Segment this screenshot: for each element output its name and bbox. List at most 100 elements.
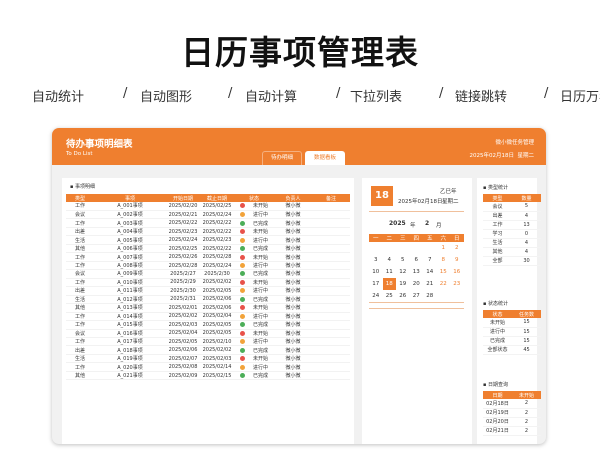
calendar-day-cell[interactable]: 9 — [450, 254, 464, 266]
cell-owner[interactable]: 微小微 — [274, 354, 312, 364]
cell-task[interactable]: A_009事项 — [94, 269, 166, 279]
cell-task[interactable]: A_019事项 — [94, 354, 166, 364]
cell-note[interactable] — [312, 252, 350, 262]
cell-note[interactable] — [312, 295, 350, 305]
cell-due-date[interactable]: 2025/02/03 — [200, 354, 234, 364]
calendar-day-cell[interactable]: 13 — [410, 266, 424, 278]
calendar-today-cell[interactable]: 18 — [382, 278, 396, 290]
cell-status[interactable]: 进行中 — [234, 362, 274, 372]
cell-due-date[interactable]: 2025/02/28 — [200, 252, 234, 262]
cell-status[interactable]: 进行中 — [234, 312, 274, 322]
cell-start-date[interactable]: 2025/2/29 — [166, 278, 200, 288]
cell-start-date[interactable]: 2025/02/09 — [166, 371, 200, 381]
calendar-day-cell[interactable]: 7 — [423, 254, 437, 266]
cell-task[interactable]: A_003事项 — [94, 218, 166, 228]
cell-task[interactable]: A_007事项 — [94, 252, 166, 262]
cell-start-date[interactable]: 2025/02/23 — [166, 227, 200, 237]
cell-due-date[interactable]: 2025/02/05 — [200, 329, 234, 339]
cell-start-date[interactable]: 2025/02/21 — [166, 210, 200, 220]
cell-type[interactable]: 其他 — [66, 371, 94, 381]
cell-type[interactable]: 出差 — [66, 345, 94, 355]
cell-due-date[interactable]: 2025/02/06 — [200, 295, 234, 305]
cell-start-date[interactable]: 2025/02/25 — [166, 244, 200, 254]
cell-start-date[interactable]: 2025/02/20 — [166, 202, 200, 211]
cell-task[interactable]: A_005事项 — [94, 235, 166, 245]
cell-task[interactable]: A_021事项 — [94, 371, 166, 381]
cell-note[interactable] — [312, 244, 350, 254]
cell-owner[interactable]: 微小微 — [274, 261, 312, 271]
cell-due-date[interactable]: 2025/02/15 — [200, 371, 234, 381]
cell-start-date[interactable]: 2025/02/08 — [166, 362, 200, 372]
calendar-day-cell[interactable]: 21 — [423, 278, 437, 290]
calendar-day-cell[interactable]: 8 — [437, 254, 451, 266]
cell-start-date[interactable]: 2025/02/07 — [166, 354, 200, 364]
calendar-day-cell[interactable]: 6 — [410, 254, 424, 266]
cell-task[interactable]: A_010事项 — [94, 278, 166, 288]
cell-note[interactable] — [312, 210, 350, 220]
cell-start-date[interactable]: 2025/02/26 — [166, 252, 200, 262]
cell-type[interactable]: 工作 — [66, 261, 94, 271]
calendar-day-cell[interactable]: 3 — [369, 254, 383, 266]
cell-status[interactable]: 未开始 — [234, 227, 274, 237]
cell-task[interactable]: A_001事项 — [94, 202, 166, 211]
cell-owner[interactable]: 微小微 — [274, 362, 312, 372]
cell-owner[interactable]: 微小微 — [274, 303, 312, 313]
cell-due-date[interactable]: 2025/02/05 — [200, 320, 234, 330]
cell-owner[interactable]: 微小微 — [274, 218, 312, 228]
cell-status[interactable]: 已完成 — [234, 269, 274, 279]
cell-note[interactable] — [312, 337, 350, 347]
table-row[interactable]: 工作 A_017事项 2025/02/05 2025/02/10 进行中 微小微 — [66, 337, 350, 347]
cell-start-date[interactable]: 2025/02/28 — [166, 261, 200, 271]
cell-type[interactable]: 其他 — [66, 244, 94, 254]
cell-task[interactable]: A_002事项 — [94, 210, 166, 220]
cell-due-date[interactable]: 2025/02/04 — [200, 312, 234, 322]
cell-note[interactable] — [312, 261, 350, 271]
cell-task[interactable]: A_012事项 — [94, 295, 166, 305]
calendar-year-select[interactable]: 2025 — [389, 220, 406, 227]
cell-owner[interactable]: 微小微 — [274, 235, 312, 245]
col-header-type[interactable]: 类型 — [66, 194, 94, 202]
table-row[interactable]: 会议 A_016事项 2025/02/04 2025/02/05 未开始 微小微 — [66, 329, 350, 339]
table-row[interactable]: 会议 A_002事项 2025/02/21 2025/02/24 进行中 微小微 — [66, 210, 350, 220]
cell-task[interactable]: A_017事项 — [94, 337, 166, 347]
cell-note[interactable] — [312, 227, 350, 237]
table-row[interactable]: 工作 A_014事项 2025/02/02 2025/02/04 进行中 微小微 — [66, 312, 350, 322]
cell-owner[interactable]: 微小微 — [274, 202, 312, 211]
cell-due-date[interactable]: 2025/02/02 — [200, 278, 234, 288]
col-header-start-date[interactable]: 开始日期 — [166, 194, 200, 202]
cell-due-date[interactable]: 2025/02/22 — [200, 227, 234, 237]
cell-status[interactable]: 进行中 — [234, 286, 274, 296]
cell-status[interactable]: 已完成 — [234, 345, 274, 355]
table-row[interactable]: 工作 A_007事项 2025/02/26 2025/02/28 未开始 微小微 — [66, 252, 350, 262]
table-row[interactable]: 其他 A_006事项 2025/02/25 2025/02/22 已完成 微小微 — [66, 244, 350, 254]
tab-todo-detail[interactable]: 待办明细 — [262, 151, 302, 165]
table-row[interactable]: 其他 A_021事项 2025/02/09 2025/02/15 已完成 微小微 — [66, 371, 350, 381]
cell-type[interactable]: 工作 — [66, 278, 94, 288]
cell-owner[interactable]: 微小微 — [274, 210, 312, 220]
calendar-day-cell[interactable]: 25 — [383, 290, 397, 302]
cell-owner[interactable]: 微小微 — [274, 252, 312, 262]
calendar-day-cell[interactable]: 23 — [450, 278, 464, 290]
cell-status[interactable]: 已完成 — [234, 244, 274, 254]
col-header-status[interactable]: 状态 — [234, 194, 274, 202]
cell-type[interactable]: 生活 — [66, 235, 94, 245]
calendar-day-cell[interactable]: 16 — [450, 266, 464, 278]
cell-due-date[interactable]: 2025/02/22 — [200, 218, 234, 228]
cell-task[interactable]: A_020事项 — [94, 362, 166, 372]
cell-type[interactable]: 会议 — [66, 210, 94, 220]
table-row[interactable]: 生活 A_005事项 2025/02/24 2025/02/23 进行中 微小微 — [66, 235, 350, 245]
col-header-owner[interactable]: 负责人 — [274, 194, 312, 202]
cell-due-date[interactable]: 2025/02/22 — [200, 244, 234, 254]
cell-status[interactable]: 已完成 — [234, 371, 274, 381]
cell-type[interactable]: 工作 — [66, 312, 94, 322]
table-row[interactable]: 生活 A_012事项 2025/2/31 2025/02/06 已完成 微小微 — [66, 295, 350, 305]
cell-status[interactable]: 已完成 — [234, 320, 274, 330]
cell-start-date[interactable]: 2025/2/30 — [166, 286, 200, 296]
cell-note[interactable] — [312, 286, 350, 296]
cell-status[interactable]: 已完成 — [234, 218, 274, 228]
cell-type[interactable]: 工作 — [66, 202, 94, 211]
cell-owner[interactable]: 微小微 — [274, 371, 312, 381]
table-row[interactable]: 会议 A_009事项 2025/2/27 2025/2/30 已完成 微小微 — [66, 269, 350, 279]
cell-task[interactable]: A_008事项 — [94, 261, 166, 271]
cell-note[interactable] — [312, 329, 350, 339]
